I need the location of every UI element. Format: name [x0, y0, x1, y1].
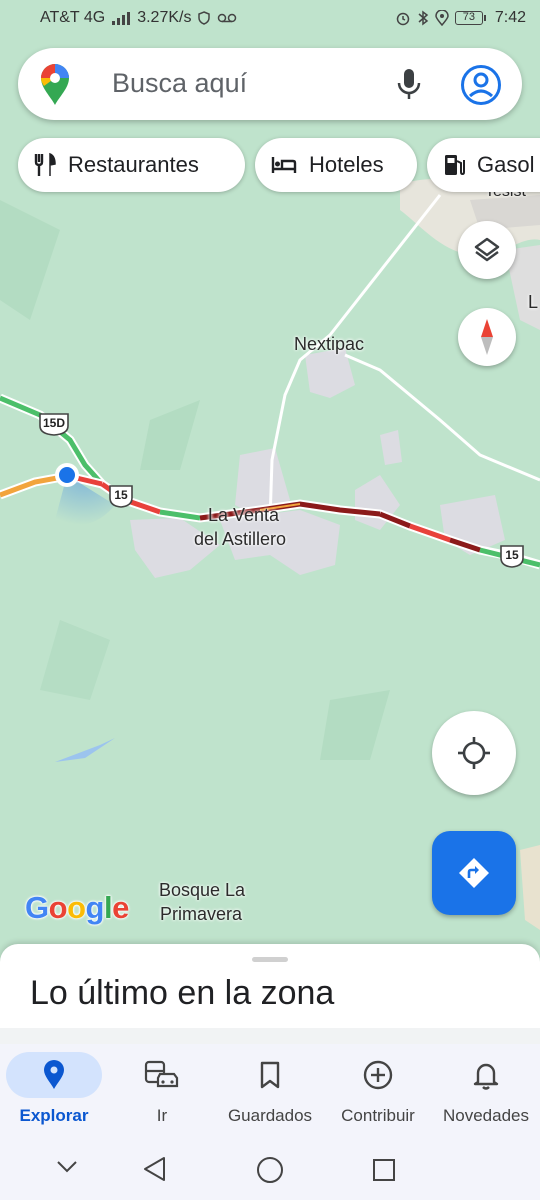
chip-hotels[interactable]: Hoteles — [255, 138, 417, 192]
nav-label: Explorar — [19, 1106, 89, 1125]
location-pin-icon — [44, 1060, 64, 1089]
compass-icon — [481, 319, 493, 355]
chip-label: Restaurantes — [68, 152, 199, 177]
chip-label: Gasol — [477, 152, 535, 177]
chip-label: Hoteles — [309, 152, 384, 177]
map-label-nextipac: Nextipac — [294, 334, 365, 354]
bed-icon — [271, 157, 297, 173]
account-avatar-icon[interactable] — [460, 64, 502, 106]
directions-icon — [459, 858, 489, 888]
maps-logo-icon — [41, 64, 69, 105]
location-status-icon — [435, 10, 449, 26]
nav-go[interactable]: Ir — [108, 1044, 216, 1136]
battery-icon: 73 — [454, 11, 486, 25]
system-nav-bar — [0, 1136, 540, 1200]
map-label-bosque: Bosque La — [159, 880, 246, 900]
signal-icon — [112, 12, 131, 25]
nav-label: Contribuir — [341, 1106, 415, 1125]
my-location-button[interactable] — [432, 711, 516, 795]
compass-button[interactable] — [458, 308, 516, 366]
net-speed: 3.27K/s — [137, 9, 192, 26]
chip-gas[interactable]: Gasol — [427, 138, 540, 192]
bell-icon — [473, 1063, 499, 1090]
route-shield-15: 15 — [495, 544, 529, 568]
microphone-icon[interactable] — [394, 66, 424, 102]
sheet-title: Lo último en la zona — [30, 974, 335, 1012]
search-input[interactable]: Busca aquí — [112, 68, 247, 99]
route-shield-15d: 15D — [37, 412, 71, 436]
chevron-down-icon[interactable] — [56, 1160, 78, 1174]
nav-label: Novedades — [442, 1106, 529, 1125]
map-label-la-venta: La Venta — [208, 505, 280, 525]
commute-icon — [144, 1060, 179, 1088]
clock: 7:42 — [494, 9, 526, 26]
layers-button[interactable] — [458, 221, 516, 279]
bottom-nav: Explorar Ir Guardados Contribuir Novedad… — [0, 1044, 540, 1136]
nav-label: Ir — [156, 1106, 168, 1125]
directions-button[interactable] — [432, 831, 516, 915]
add-circle-icon — [363, 1060, 393, 1090]
chip-restaurants[interactable]: Restaurantes — [18, 138, 245, 192]
home-icon[interactable] — [256, 1156, 284, 1184]
map-label-del-astillero: del Astillero — [194, 529, 287, 549]
voicemail-icon — [218, 13, 237, 23]
nav-contribute[interactable]: Contribuir — [324, 1044, 432, 1136]
fork-knife-icon — [34, 152, 56, 176]
nav-explore[interactable]: Explorar — [0, 1044, 108, 1136]
recents-icon[interactable] — [372, 1158, 396, 1182]
layers-icon — [474, 237, 500, 262]
crosshair-icon — [458, 737, 490, 769]
route-shield-15: 15 — [104, 484, 138, 508]
drag-handle[interactable] — [252, 957, 288, 962]
back-icon[interactable] — [142, 1156, 168, 1182]
bookmark-icon — [260, 1061, 280, 1089]
carrier-label: AT&T 4G — [40, 9, 106, 26]
vpn-shield-icon — [198, 11, 211, 25]
nav-saved[interactable]: Guardados — [216, 1044, 324, 1136]
search-bar[interactable]: Busca aquí — [18, 48, 522, 120]
gas-station-icon — [445, 155, 465, 176]
alarm-icon — [396, 12, 410, 26]
google-logo: Google — [25, 890, 129, 925]
nav-updates[interactable]: Novedades — [432, 1044, 540, 1136]
nav-label: Guardados — [227, 1106, 313, 1125]
bluetooth-icon — [418, 10, 429, 26]
map-label-primavera: Primavera — [160, 904, 243, 924]
divider — [0, 1028, 540, 1044]
map-label-partial-right: L — [528, 292, 539, 312]
status-bar: AT&T 4G 3.27K/s 73 7:42 — [0, 0, 540, 36]
bottom-sheet[interactable]: Lo último en la zona — [0, 944, 540, 1044]
